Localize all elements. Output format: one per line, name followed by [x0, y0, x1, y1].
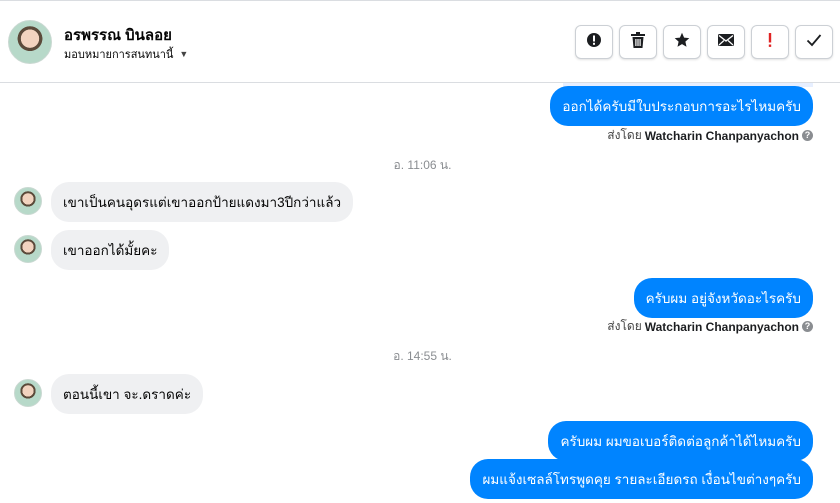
outgoing-message[interactable]: ออกได้ครับมีใบประกอบการอะไรไหมครับ: [550, 86, 813, 126]
sent-by-prefix: ส่งโดย: [607, 128, 642, 142]
sent-by-label: ส่งโดย Watcharin Chanpanyachon ?: [607, 317, 813, 336]
exclamation-icon: [767, 32, 773, 53]
mark-unread-button[interactable]: [707, 25, 745, 59]
outgoing-message[interactable]: ผมแจ้งเซลล์โทรพูดคุย รายละเอียดรถ เงื่อน…: [470, 459, 813, 499]
contact-avatar-small[interactable]: [14, 187, 42, 215]
sent-by-label: ส่งโดย Watcharin Chanpanyachon ?: [607, 126, 813, 145]
delete-button[interactable]: [619, 25, 657, 59]
star-icon: [674, 32, 690, 53]
incoming-message[interactable]: ตอนนี้เขา จะ.ดราดค่ะ: [51, 374, 204, 414]
timestamp: อ. 14:55 น.: [393, 349, 452, 363]
sent-by-prefix: ส่งโดย: [607, 319, 642, 333]
follow-up-button[interactable]: [751, 25, 789, 59]
contact-name[interactable]: อรพรรณ บินลอย: [64, 23, 172, 47]
envelope-icon: [718, 33, 734, 51]
contact-avatar-small[interactable]: [14, 235, 42, 263]
conversation-header: อรพรรณ บินลอย มอบหมายการสนทนานี้ ▼: [0, 0, 840, 83]
outgoing-message[interactable]: ครับผม ผมขอเบอร์ติดต่อลูกค้าได้ไหมครับ: [548, 421, 813, 461]
help-icon[interactable]: ?: [802, 130, 813, 141]
outgoing-message[interactable]: ครับผม อยู่จังหวัดอะไรครับ: [633, 278, 813, 318]
conversation-actions: [575, 25, 833, 59]
message-thread[interactable]: ออกได้ครับมีใบประกอบการอะไรไหมครับ ส่งโด…: [0, 83, 840, 503]
timestamp: อ. 11:06 น.: [393, 158, 452, 172]
incoming-message[interactable]: เขาเป็นคนอุดรแต่เขาออกป้ายแดงมา3ปีกว่าแล…: [51, 182, 354, 222]
assign-conversation-label: มอบหมายการสนทนานี้: [64, 49, 174, 61]
help-icon[interactable]: ?: [802, 321, 813, 332]
report-button[interactable]: [575, 25, 613, 59]
done-button[interactable]: [795, 25, 833, 59]
trash-icon: [631, 31, 645, 53]
contact-avatar-small[interactable]: [14, 379, 42, 407]
alert-circle-icon: [586, 32, 602, 53]
incoming-message[interactable]: เขาออกได้มั้ยคะ: [51, 230, 170, 270]
caret-down-icon: ▼: [179, 49, 189, 59]
sent-by-name[interactable]: Watcharin Chanpanyachon: [645, 320, 799, 334]
check-icon: [806, 33, 822, 52]
contact-avatar[interactable]: [8, 20, 52, 64]
assign-conversation-dropdown[interactable]: มอบหมายการสนทนานี้ ▼: [64, 45, 188, 63]
sent-by-name[interactable]: Watcharin Chanpanyachon: [645, 129, 799, 143]
star-button[interactable]: [663, 25, 701, 59]
